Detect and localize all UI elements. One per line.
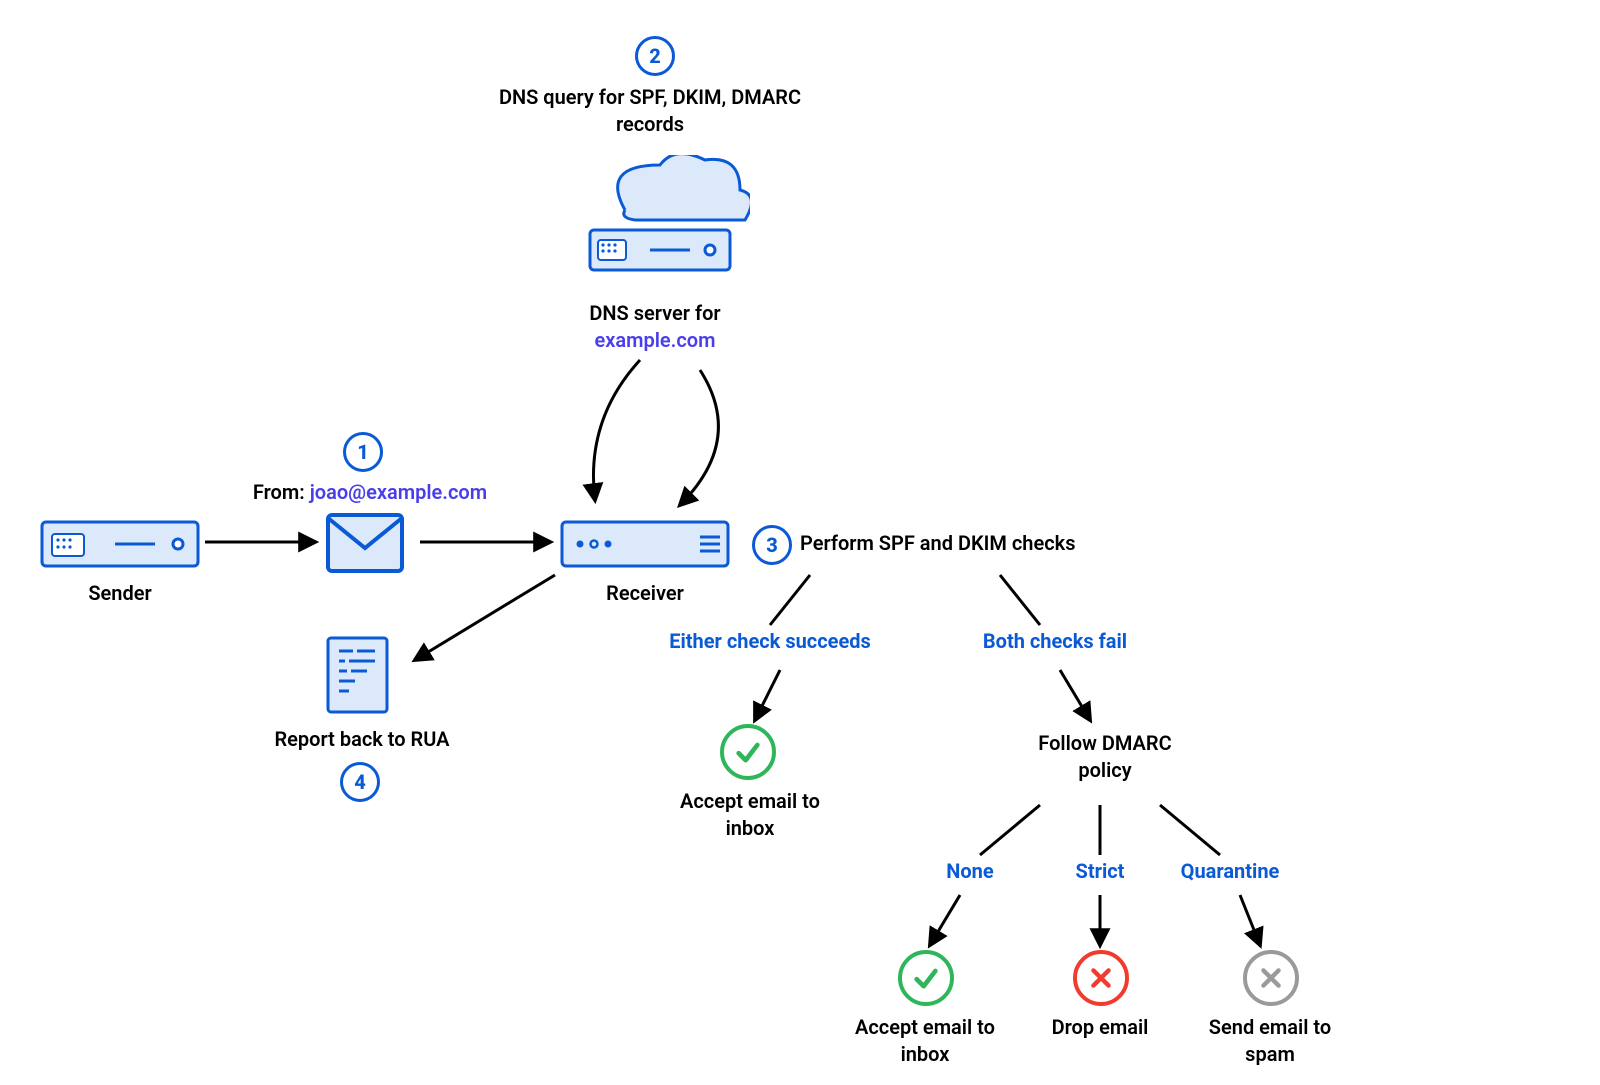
step-4-number: 4 (354, 770, 366, 794)
step-3-text: Perform SPF and DKIM checks (800, 530, 1100, 557)
step-1-number: 1 (357, 440, 369, 464)
dns-server-icon (570, 155, 750, 295)
step-1-from: From: joao@example.com (240, 479, 500, 506)
report-icon (325, 635, 390, 715)
dns-label-line1: DNS server for (589, 301, 720, 325)
policy-strict: Strict (1065, 858, 1135, 885)
policy-none: None (935, 858, 1005, 885)
accept-label-none: Accept email to inbox (845, 1014, 1005, 1068)
step-3-number: 3 (766, 533, 778, 557)
step-1-badge: 1 (343, 432, 383, 472)
step-2-number: 2 (649, 44, 661, 68)
sender-icon (40, 520, 200, 568)
step-4-text: Report back to RUA (262, 726, 462, 753)
step-3-badge: 3 (752, 525, 792, 565)
sender-label: Sender (60, 580, 180, 607)
accept-icon-primary (720, 724, 776, 780)
dns-domain: example.com (594, 328, 715, 352)
policy-quarantine: Quarantine (1165, 858, 1295, 885)
spam-label: Send email to spam (1195, 1014, 1345, 1068)
drop-label: Drop email (1030, 1014, 1170, 1041)
branch-both-fail: Both checks fail (960, 628, 1150, 655)
from-label: From: (253, 480, 305, 504)
spam-icon (1243, 950, 1299, 1006)
branch-either-succeeds: Either check succeeds (655, 628, 885, 655)
follow-policy-label: Follow DMARC policy (1010, 730, 1200, 784)
step-2-text: DNS query for SPF, DKIM, DMARC records (490, 84, 810, 138)
dmarc-flow-diagram: 2 DNS query for SPF, DKIM, DMARC records… (0, 0, 1600, 1085)
accept-label-primary: Accept email to inbox (670, 788, 830, 842)
dns-server-label: DNS server for example.com (555, 300, 755, 354)
accept-icon-none (898, 950, 954, 1006)
step-4-badge: 4 (340, 762, 380, 802)
from-address: joao@example.com (310, 480, 487, 504)
envelope-icon (325, 512, 405, 574)
receiver-label: Receiver (595, 580, 695, 607)
step-2-badge: 2 (635, 36, 675, 76)
drop-icon (1073, 950, 1129, 1006)
receiver-icon (560, 520, 730, 568)
